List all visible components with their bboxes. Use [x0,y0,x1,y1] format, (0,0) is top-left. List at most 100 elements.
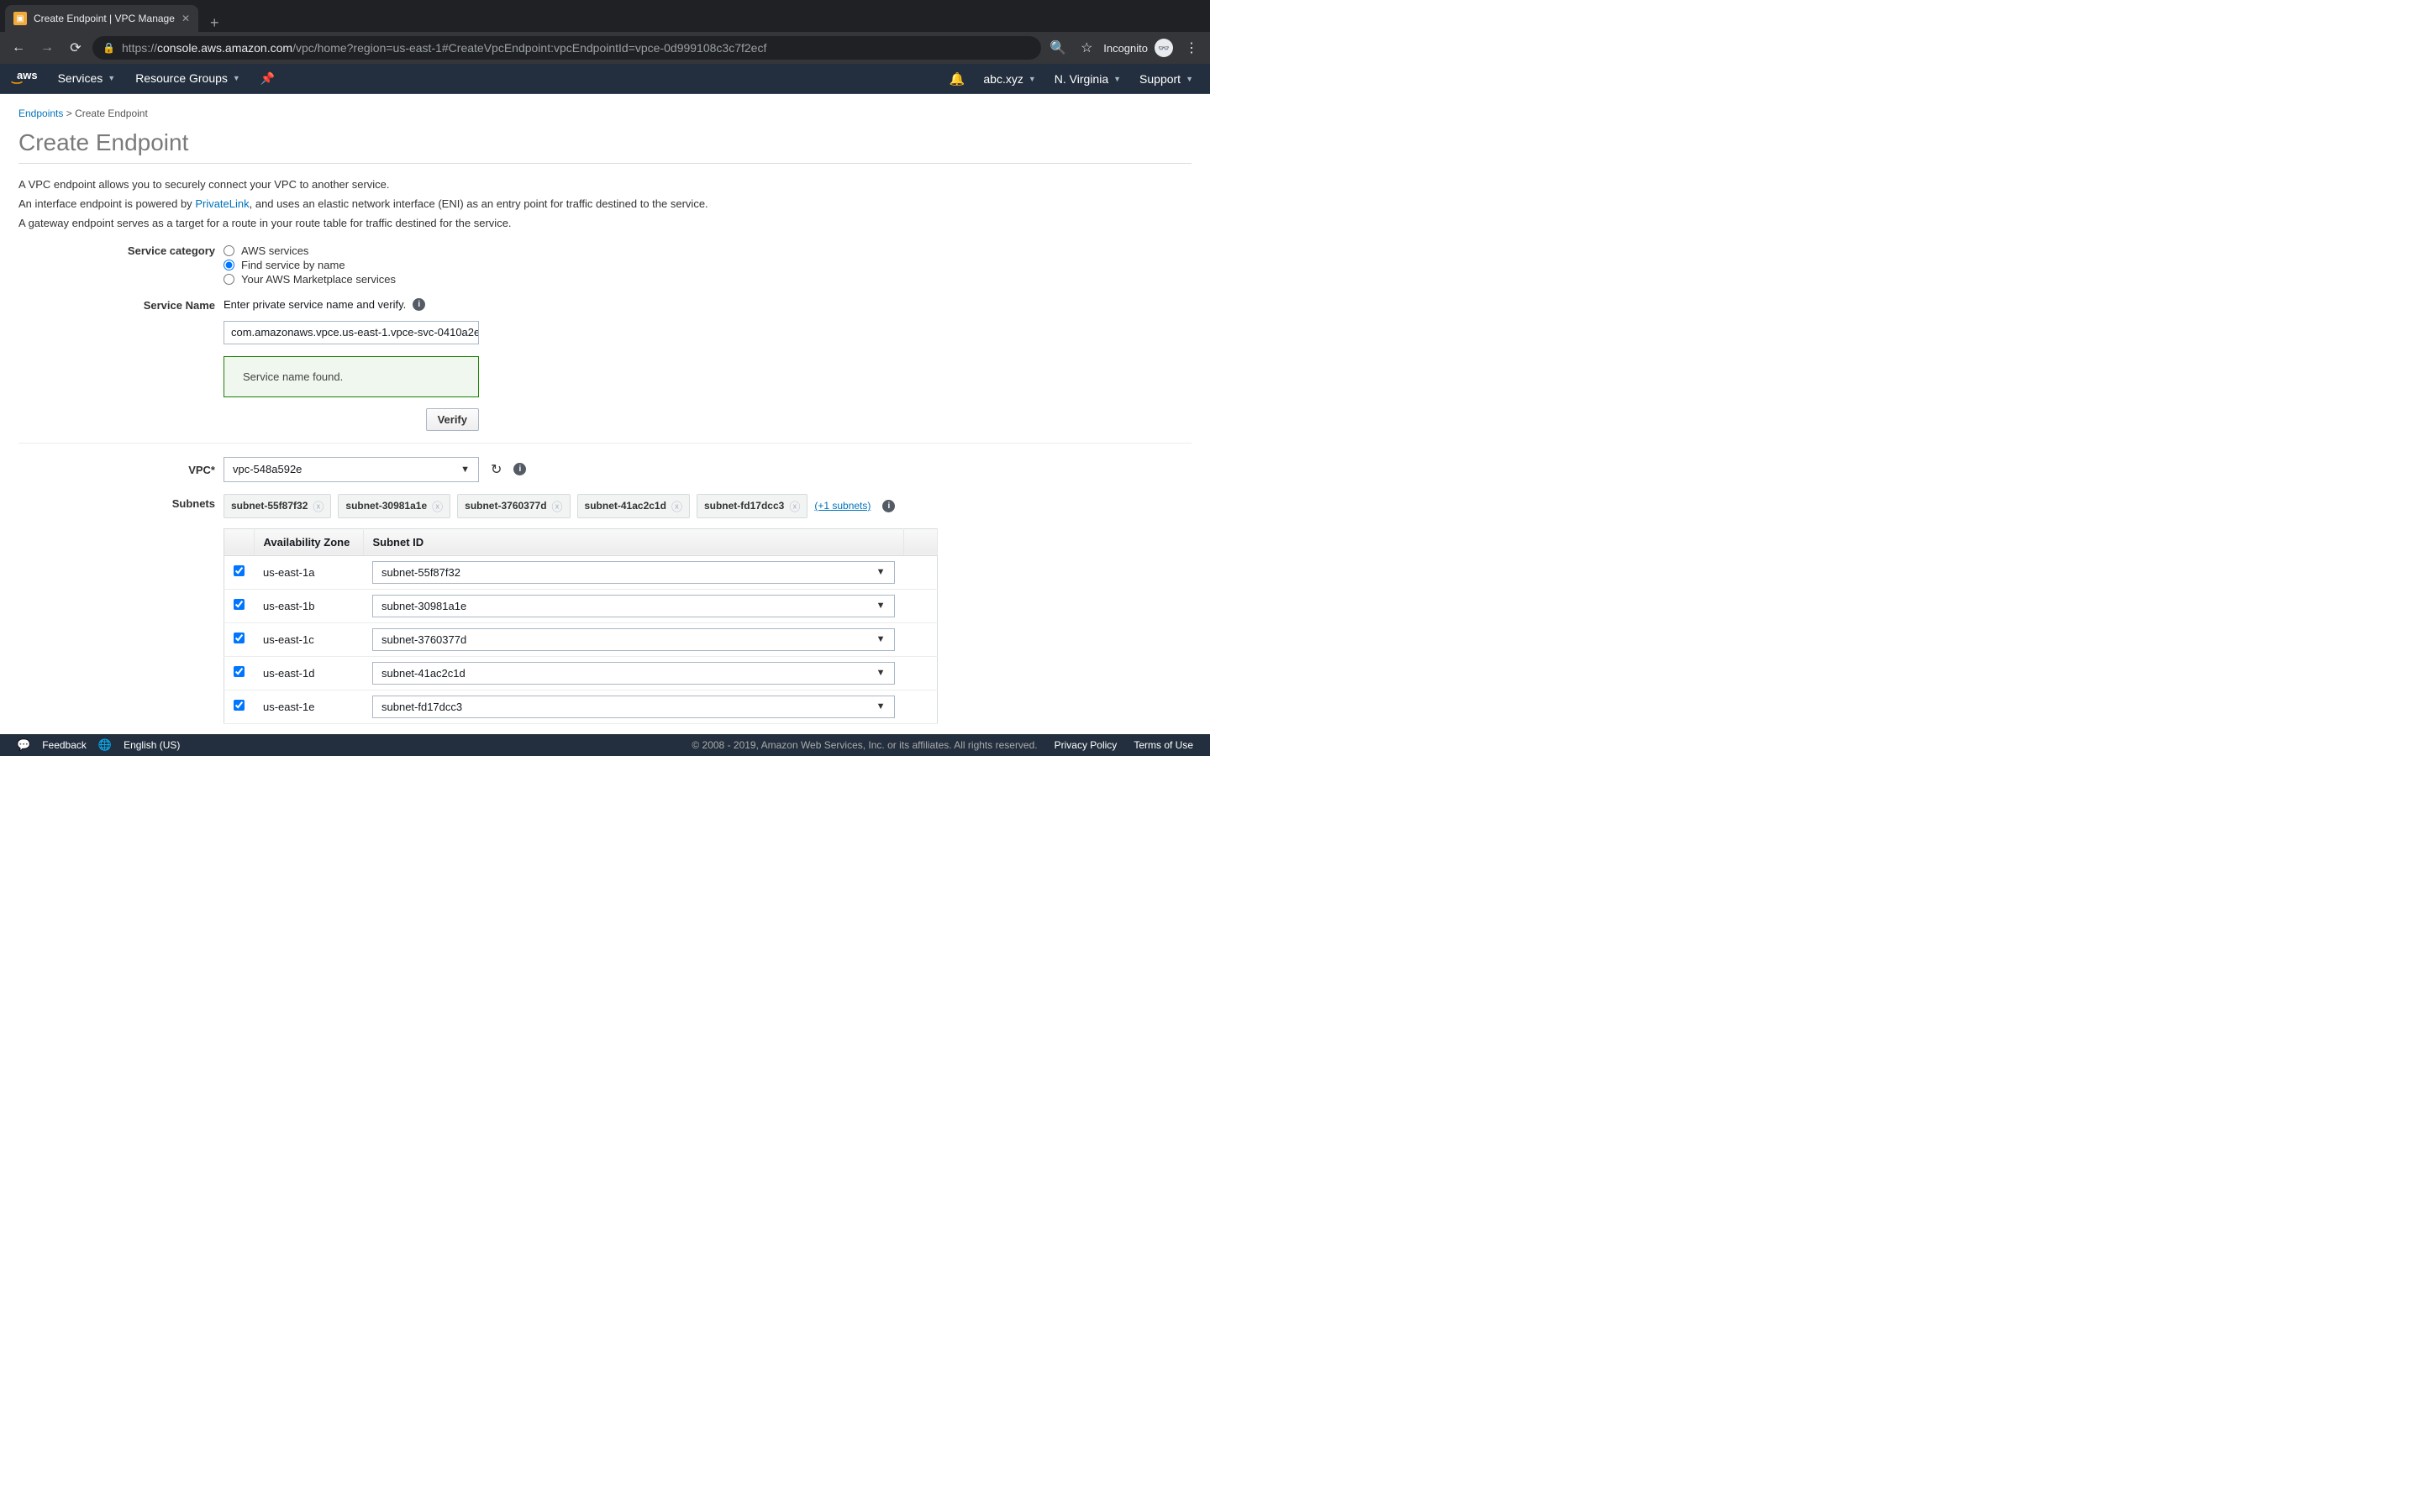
subnet-chip[interactable]: subnet-55f87f32 ⓧ [224,494,331,518]
subnet-select[interactable]: subnet-30981a1e▼ [372,595,895,617]
info-icon[interactable]: i [413,298,425,311]
breadcrumb-link-endpoints[interactable]: Endpoints [18,108,63,119]
incognito-icon: 👓 [1155,39,1173,57]
browser-menu-icon[interactable]: ⋮ [1180,36,1203,60]
cell-az: us-east-1c [254,622,363,656]
subnet-chip[interactable]: subnet-fd17dcc3 ⓧ [697,494,808,518]
breadcrumb-current: Create Endpoint [75,108,148,119]
service-name-input[interactable]: com.amazonaws.vpce.us-east-1.vpce-svc-04… [224,321,479,344]
radio-input[interactable] [224,260,234,270]
zoom-icon[interactable]: 🔍 [1046,36,1070,60]
cell-az: us-east-1b [254,589,363,622]
radio-input[interactable] [224,245,234,256]
footer-copyright: © 2008 - 2019, Amazon Web Services, Inc.… [692,739,1037,751]
chip-remove-icon[interactable]: ⓧ [432,498,443,514]
subnet-select[interactable]: subnet-41ac2c1d▼ [372,662,895,685]
star-icon[interactable]: ☆ [1075,36,1098,60]
globe-icon: 🌐 [98,738,112,752]
chevron-down-icon: ▼ [876,634,886,644]
chip-label: subnet-55f87f32 [231,500,308,512]
close-tab-icon[interactable]: ✕ [182,13,190,24]
chip-remove-icon[interactable]: ⓧ [789,498,800,514]
main-content: Endpoints > Create Endpoint Create Endpo… [0,94,1210,734]
row-checkbox[interactable] [234,700,245,711]
radio-label: Your AWS Marketplace services [241,273,396,286]
privacy-link[interactable]: Privacy Policy [1055,739,1118,751]
radio-label: Find service by name [241,259,345,271]
divider [18,443,1192,444]
subnet-chip[interactable]: subnet-41ac2c1dⓧ [577,494,690,518]
table-header-spacer [904,528,938,555]
info-icon[interactable]: i [882,500,895,512]
table-row: us-east-1d subnet-41ac2c1d▼ [224,656,938,690]
nav-services[interactable]: Services▼ [58,71,116,85]
privatelink-link[interactable]: PrivateLink [195,197,249,210]
label-subnets: Subnets [18,494,224,510]
service-name-found: Service name found. [224,356,479,397]
incognito-label: Incognito [1103,42,1148,55]
info-icon[interactable]: i [513,463,526,475]
label-service-category: Service category [18,244,224,257]
cell-az: us-east-1d [254,656,363,690]
chip-remove-icon[interactable]: ⓧ [552,498,563,514]
cell-az: us-east-1e [254,690,363,723]
reload-icon[interactable]: ⟳ [64,36,87,60]
table-header-subnet-id: Subnet ID [363,528,904,555]
nav-pin-icon[interactable]: 📌 [260,71,275,86]
subnets-table: Availability Zone Subnet ID us-east-1a su… [224,528,938,724]
notifications-icon[interactable]: 🔔 [950,71,965,87]
back-icon[interactable]: ← [7,36,30,60]
terms-link[interactable]: Terms of Use [1134,739,1193,751]
chip-label: subnet-30981a1e [345,500,427,512]
label-service-name: Service Name [18,298,224,312]
address-bar[interactable]: 🔒 https://console.aws.amazon.com/vpc/hom… [92,36,1041,60]
radio-service-category[interactable]: Find service by name [224,258,963,272]
cell-az: us-east-1a [254,555,363,589]
table-row: us-east-1b subnet-30981a1e▼ [224,589,938,622]
label-vpc: VPC* [18,463,224,476]
url-text: https://console.aws.amazon.com/vpc/home?… [122,41,766,55]
chevron-down-icon: ▼ [460,465,470,475]
lock-icon: 🔒 [103,42,115,54]
nav-region[interactable]: N. Virginia▼ [1055,72,1121,86]
table-header-az: Availability Zone [254,528,363,555]
chevron-down-icon: ▼ [876,567,886,577]
service-name-hint: Enter private service name and verify. [224,298,406,311]
breadcrumb: Endpoints > Create Endpoint [18,108,1192,119]
nav-account[interactable]: abc.xyz▼ [983,72,1035,86]
subnet-select[interactable]: subnet-fd17dcc3▼ [372,696,895,718]
footer: 💬 Feedback 🌐 English (US) © 2008 - 2019,… [0,734,1210,756]
favicon-icon: ▣ [13,12,27,25]
radio-service-category[interactable]: AWS services [224,244,963,258]
divider [18,163,1192,164]
more-subnets-link[interactable]: (+1 subnets) [814,500,871,512]
row-checkbox[interactable] [234,633,245,643]
aws-logo[interactable]: aws⌣ [17,71,38,86]
new-tab-button[interactable]: + [198,14,231,32]
chip-remove-icon[interactable]: ⓧ [671,498,682,514]
radio-input[interactable] [224,274,234,285]
forward-icon[interactable]: → [35,36,59,60]
verify-button[interactable]: Verify [426,408,479,431]
chevron-down-icon: ▼ [876,601,886,611]
browser-tab[interactable]: ▣ Create Endpoint | VPC Manage ✕ [5,5,198,32]
subnet-select[interactable]: subnet-3760377d▼ [372,628,895,651]
radio-label: AWS services [241,244,308,257]
chip-label: subnet-fd17dcc3 [704,500,784,512]
subnet-select[interactable]: subnet-55f87f32▼ [372,561,895,584]
subnet-chip[interactable]: subnet-3760377d ⓧ [457,494,570,518]
feedback-link[interactable]: Feedback [42,739,87,751]
chip-remove-icon[interactable]: ⓧ [313,498,324,514]
radio-service-category[interactable]: Your AWS Marketplace services [224,272,963,286]
chip-label: subnet-3760377d [465,500,546,512]
row-checkbox[interactable] [234,666,245,677]
nav-support[interactable]: Support▼ [1139,72,1193,86]
language-link[interactable]: English (US) [124,739,180,751]
aws-top-nav: aws⌣ Services▼ Resource Groups▼ 📌 🔔 abc.… [0,64,1210,94]
vpc-select[interactable]: vpc-548a592e▼ [224,457,479,482]
refresh-icon[interactable]: ↻ [491,461,502,478]
row-checkbox[interactable] [234,599,245,610]
subnet-chip[interactable]: subnet-30981a1e ⓧ [338,494,450,518]
row-checkbox[interactable] [234,565,245,576]
nav-resource-groups[interactable]: Resource Groups▼ [135,71,240,85]
